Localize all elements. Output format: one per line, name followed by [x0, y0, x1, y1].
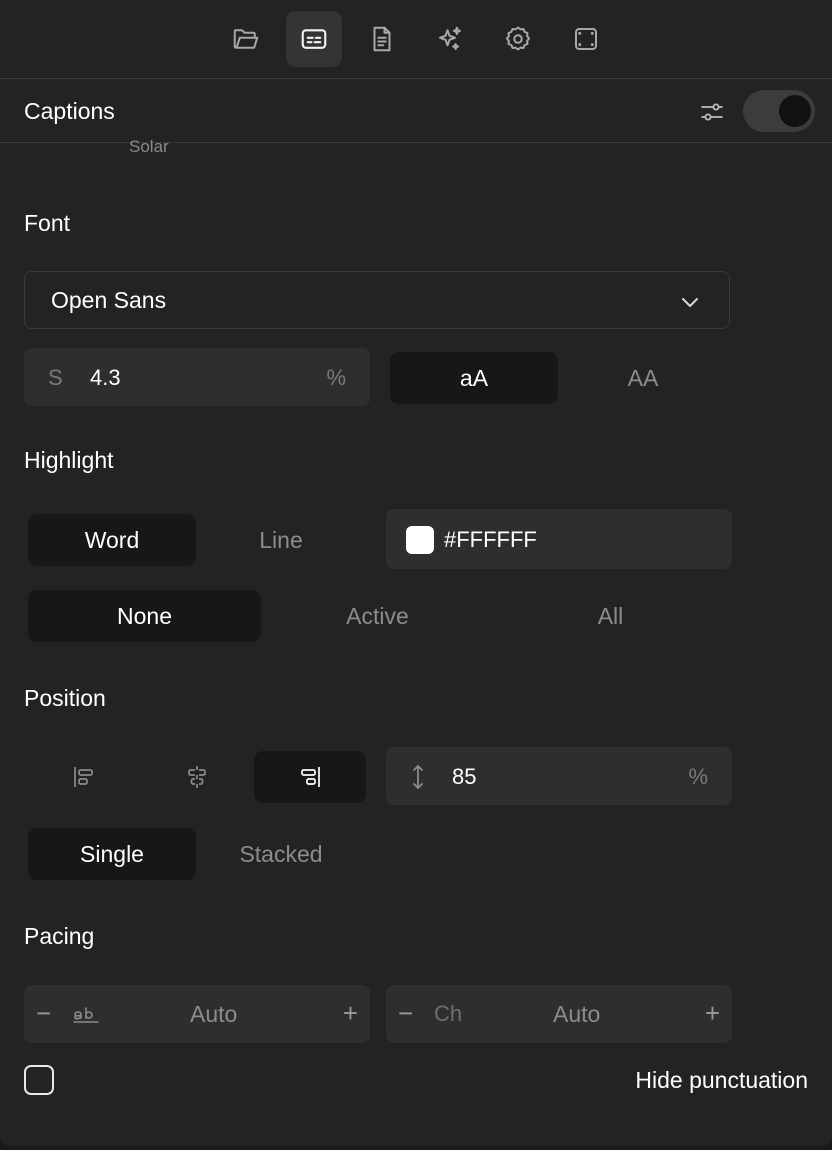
layout-stacked-button[interactable]: Stacked — [196, 828, 366, 880]
vertical-position-value[interactable]: 85 — [452, 764, 476, 790]
highlight-none-button[interactable]: None — [28, 590, 261, 642]
vertical-position-unit: % — [688, 764, 708, 789]
highlight-word-button[interactable]: Word — [28, 514, 196, 566]
font-family-value: Open Sans — [51, 287, 167, 313]
font-size-value[interactable]: 4.3 — [90, 365, 121, 391]
align-right-icon[interactable] — [254, 751, 366, 803]
highlight-all-button[interactable]: All — [494, 590, 727, 642]
pacing-chars-decrement[interactable]: − — [398, 1000, 413, 1026]
hide-punctuation-label[interactable]: Hide punctuation — [635, 1067, 808, 1094]
pacing-words-value[interactable]: Auto — [190, 1001, 237, 1028]
font-section-label: Font — [24, 210, 71, 236]
highlight-color-value[interactable]: #FFFFFF — [444, 527, 537, 553]
hide-punctuation-checkbox[interactable] — [24, 1065, 54, 1095]
vertical-arrows-icon — [410, 763, 426, 796]
captions-panel: Captions Solar Font Open Sans S 4.3 % aA… — [0, 0, 832, 1146]
font-size-field[interactable]: S 4.3 % — [24, 348, 370, 406]
gear-icon[interactable] — [490, 11, 546, 67]
sliders-icon[interactable] — [699, 99, 725, 125]
highlight-active-button[interactable]: Active — [261, 590, 494, 642]
pacing-words-decrement[interactable]: − — [36, 1000, 51, 1026]
highlight-line-button[interactable]: Line — [196, 514, 366, 566]
toggle-knob — [779, 95, 811, 127]
font-size-unit: % — [326, 365, 346, 390]
pacing-words-increment[interactable]: + — [343, 1000, 358, 1026]
color-swatch[interactable] — [406, 526, 434, 554]
position-section-label: Position — [24, 685, 106, 711]
font-size-prefix: S — [48, 365, 63, 390]
frame-icon[interactable] — [558, 11, 614, 67]
layout-single-button[interactable]: Single — [28, 828, 196, 880]
align-center-icon[interactable] — [141, 751, 253, 803]
clipped-preset-label: Solar — [129, 137, 169, 152]
vertical-position-field[interactable]: 85 % — [386, 747, 732, 805]
sparkles-icon[interactable] — [422, 11, 478, 67]
captions-icon[interactable] — [286, 11, 342, 67]
case-upper-button[interactable]: AA — [558, 352, 728, 404]
panel-title: Captions — [24, 98, 115, 124]
pacing-words-stepper: − Auto + — [24, 985, 370, 1043]
font-family-dropdown[interactable]: Open Sans — [24, 271, 730, 329]
top-toolbar — [0, 0, 832, 79]
pacing-chars-stepper: − Ch Auto + — [386, 985, 732, 1043]
captions-toggle[interactable] — [743, 90, 815, 132]
highlight-color-field[interactable]: #FFFFFF — [386, 509, 732, 569]
folder-icon[interactable] — [218, 11, 274, 67]
align-left-icon[interactable] — [28, 751, 140, 803]
chevron-down-icon — [679, 291, 701, 313]
pacing-chars-increment[interactable]: + — [705, 1000, 720, 1026]
words-icon — [72, 1004, 100, 1031]
case-mixed-button[interactable]: aA — [390, 352, 558, 404]
pacing-section-label: Pacing — [24, 923, 95, 949]
highlight-section-label: Highlight — [24, 447, 114, 473]
document-icon[interactable] — [354, 11, 410, 67]
pacing-chars-value[interactable]: Auto — [553, 1001, 600, 1028]
pacing-chars-unit: Ch — [434, 1001, 463, 1026]
